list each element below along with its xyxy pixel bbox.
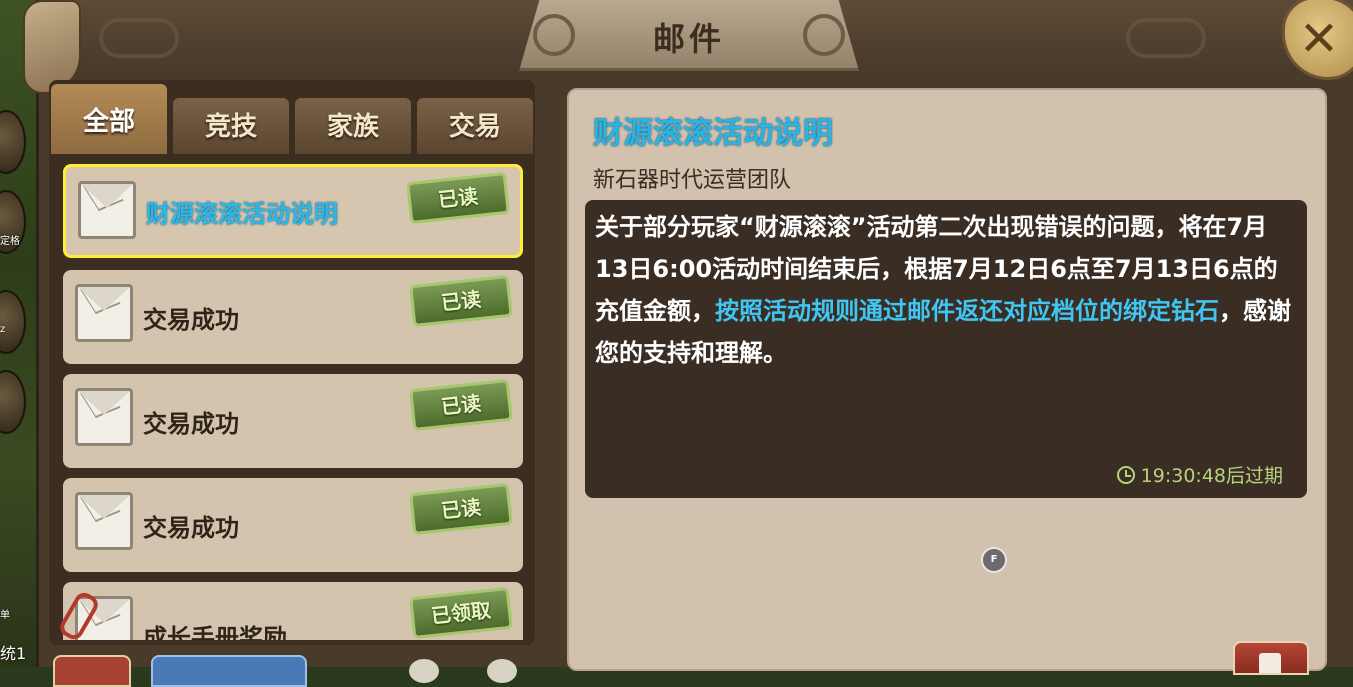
mail-body-text: 关于部分玩家“财源滚滚”活动第二次出现错误的问题，将在7月13日6:00活动时间… <box>595 206 1295 374</box>
mail-item[interactable]: 交易成功 已读 <box>63 374 523 468</box>
status-badge: 已读 <box>409 274 513 328</box>
bottom-round-button-1[interactable] <box>409 659 439 683</box>
side-menu-button-3[interactable] <box>0 290 26 354</box>
envelope-icon <box>78 181 136 239</box>
side-label-2: z <box>0 324 6 335</box>
trash-icon <box>1259 653 1281 673</box>
tab-trade[interactable]: 交易 <box>417 98 533 154</box>
tab-all[interactable]: 全部 <box>51 84 167 154</box>
side-label-1: 定格 <box>0 236 20 247</box>
mail-body: 关于部分玩家“财源滚滚”活动第二次出现错误的问题，将在7月13日6:00活动时间… <box>585 200 1307 498</box>
window-header: 邮件 <box>39 0 1353 71</box>
tab-arena[interactable]: 竞技 <box>173 98 289 154</box>
status-badge: 已领取 <box>409 586 513 640</box>
envelope-icon <box>75 492 133 550</box>
expire-text: 19:30:48后过期 <box>1140 465 1283 487</box>
bottom-round-button-2[interactable] <box>487 659 517 683</box>
close-icon: ✕ <box>1298 11 1340 67</box>
header-ornament-right <box>1126 18 1206 58</box>
title-plate: 邮件 <box>519 0 859 71</box>
mail-list[interactable]: 财源滚滚活动说明 已读 交易成功 已读 交易成功 已读 交易成功 已读 成长手册… <box>51 154 533 640</box>
bottom-button-red[interactable] <box>53 655 131 687</box>
envelope-icon <box>75 284 133 342</box>
tab-family[interactable]: 家族 <box>295 98 411 154</box>
tab-bar: 全部 竞技 家族 交易 <box>51 84 535 154</box>
side-label-3: 单 <box>0 610 10 621</box>
status-badge: 已读 <box>406 171 510 225</box>
status-badge: 已读 <box>409 482 513 536</box>
mail-item[interactable]: 交易成功 已读 <box>63 270 523 364</box>
status-badge: 已读 <box>409 378 513 432</box>
mail-subject: 交易成功 <box>143 514 239 542</box>
floating-marker[interactable]: F <box>981 547 1007 573</box>
expire-time: 19:30:48后过期 <box>1116 461 1283 488</box>
clock-icon <box>1116 466 1135 484</box>
mail-item[interactable]: 成长手册奖励 已领取 <box>56 582 523 640</box>
envelope-icon <box>75 388 133 446</box>
side-menu-button-1[interactable] <box>0 110 26 174</box>
mail-subject: 成长手册奖励 <box>143 624 287 640</box>
mail-subject: 财源滚滚活动说明 <box>146 200 338 228</box>
side-label-4: 统1 <box>0 644 27 663</box>
header-ornament-left <box>99 18 179 58</box>
mail-window: 邮件 ✕ 全部 竞技 家族 交易 财源滚滚活动说明 已读 交易成功 已读 交易成… <box>23 0 1353 687</box>
mail-sender: 新石器时代运营团队 <box>593 168 792 193</box>
mail-list-panel: 全部 竞技 家族 交易 财源滚滚活动说明 已读 交易成功 已读 交易成功 已读 <box>49 80 535 645</box>
mail-detail-panel: 财源滚滚活动说明 新石器时代运营团队 关于部分玩家“财源滚滚”活动第二次出现错误… <box>567 88 1327 675</box>
mail-item[interactable]: 财源滚滚活动说明 已读 <box>63 164 523 258</box>
delete-button[interactable] <box>1233 641 1309 675</box>
bottom-button-blue[interactable] <box>151 655 307 687</box>
window-title: 邮件 <box>652 20 725 58</box>
side-menu-button-4[interactable] <box>0 370 26 434</box>
mail-item[interactable]: 交易成功 已读 <box>63 478 523 572</box>
mail-subject: 交易成功 <box>143 306 239 334</box>
body-highlight-text: 按照活动规则通过邮件返还对应档位的绑定钻石 <box>715 297 1219 325</box>
mail-detail-title: 财源滚滚活动说明 <box>593 116 833 151</box>
mail-subject: 交易成功 <box>143 410 239 438</box>
